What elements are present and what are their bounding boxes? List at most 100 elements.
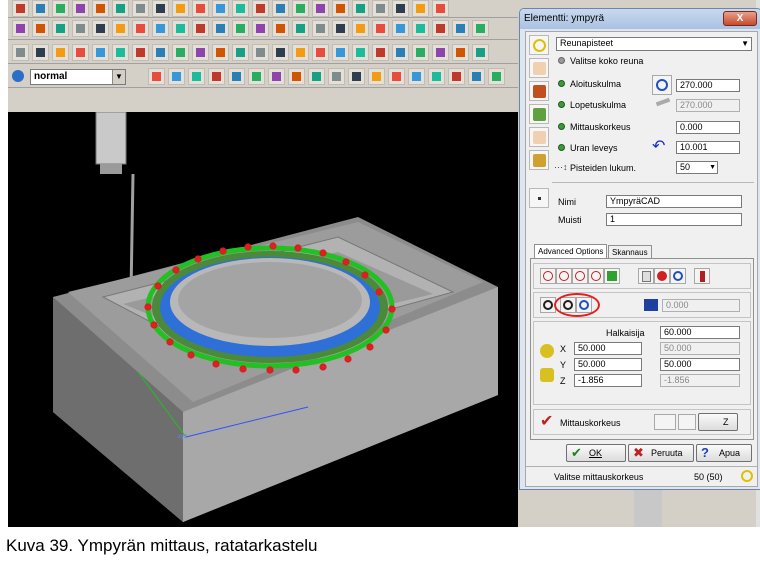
- select-all-label[interactable]: Valitse koko reuna: [570, 56, 643, 66]
- probe-button[interactable]: [694, 268, 710, 284]
- measure-height-button-label[interactable]: Mittauskorkeus: [560, 418, 621, 428]
- toolbar-tool-button[interactable]: [112, 20, 129, 37]
- toolbar-tool-button[interactable]: [72, 44, 89, 61]
- toolbar-tool-button[interactable]: [92, 0, 109, 17]
- toolbar-tool-button[interactable]: [312, 44, 329, 61]
- toolbar-tool-button[interactable]: [392, 44, 409, 61]
- toolbar-tool-button[interactable]: [188, 68, 205, 85]
- toolbar-tool-button[interactable]: [252, 0, 269, 17]
- toolbar-tool-button[interactable]: [152, 20, 169, 37]
- toolbar-tool-button[interactable]: [152, 44, 169, 61]
- z-field[interactable]: -1.856: [574, 374, 642, 387]
- toolbar-tool-button[interactable]: [388, 68, 405, 85]
- pattern-tool-button[interactable]: [529, 81, 549, 101]
- color-icon[interactable]: [12, 70, 24, 82]
- memory-field[interactable]: 1: [606, 213, 742, 226]
- circle-tool-button[interactable]: [529, 35, 549, 55]
- tab-advanced-options[interactable]: Advanced Options: [534, 244, 608, 258]
- toolbar-tool-button[interactable]: [452, 20, 469, 37]
- point-count-select[interactable]: 50 ▼: [676, 161, 718, 174]
- toolbar-tool-button[interactable]: [352, 44, 369, 61]
- toolbar-tool-button[interactable]: [352, 20, 369, 37]
- toolbar-tool-button[interactable]: [412, 0, 429, 17]
- toolbar-tool-button[interactable]: [248, 68, 265, 85]
- toolbar-tool-button[interactable]: [208, 68, 225, 85]
- toolbar-tool-button[interactable]: [72, 0, 89, 17]
- toolbar-tool-button[interactable]: [152, 0, 169, 17]
- toolbar-tool-button[interactable]: [448, 68, 465, 85]
- method-select[interactable]: Reunapisteet ▼: [556, 37, 752, 51]
- toolbar-tool-button[interactable]: [408, 68, 425, 85]
- toolbar-tool-button[interactable]: [472, 44, 489, 61]
- toolbar-tool-button[interactable]: [92, 20, 109, 37]
- toolbar-tool-button[interactable]: [12, 0, 29, 17]
- toolbar-tool-button[interactable]: [52, 44, 69, 61]
- toolbar-tool-button[interactable]: [488, 68, 505, 85]
- 3d-viewport[interactable]: xyz: [8, 111, 518, 527]
- circle-option-button[interactable]: [588, 268, 604, 284]
- toolbar-tool-button[interactable]: [268, 68, 285, 85]
- toolbar-tool-button[interactable]: [172, 20, 189, 37]
- groove-width-field[interactable]: 10.001: [676, 141, 740, 154]
- toolbar-tool-button[interactable]: [232, 0, 249, 17]
- toolbar-tool-button[interactable]: [372, 20, 389, 37]
- toolbar-tool-button[interactable]: [272, 0, 289, 17]
- toolbar-tool-button[interactable]: [432, 0, 449, 17]
- z-button[interactable]: Z: [698, 413, 738, 431]
- toolbar-tool-button[interactable]: [332, 20, 349, 37]
- toolbar-tool-button[interactable]: [92, 44, 109, 61]
- toolbar-tool-button[interactable]: [132, 44, 149, 61]
- toolbar-tool-button[interactable]: [392, 0, 409, 17]
- toolbar-tool-button[interactable]: [32, 44, 49, 61]
- toolbar-tool-button[interactable]: [32, 20, 49, 37]
- height-tool-button[interactable]: [654, 414, 676, 430]
- toolbar-tool-button[interactable]: [468, 68, 485, 85]
- toolbar-tool-button[interactable]: [172, 0, 189, 17]
- toolbar-tool-button[interactable]: [272, 20, 289, 37]
- circle-option-button[interactable]: [540, 268, 556, 284]
- cancel-button[interactable]: ✖ Peruuta: [628, 444, 694, 462]
- toolbar-tool-button[interactable]: [272, 44, 289, 61]
- close-button[interactable]: X: [723, 11, 757, 26]
- toolbar-tool-button[interactable]: [312, 0, 329, 17]
- toolbar-tool-button[interactable]: [52, 0, 69, 17]
- toolbar-tool-button[interactable]: [252, 20, 269, 37]
- toolbar-tool-button[interactable]: [432, 44, 449, 61]
- circle-option-button[interactable]: [556, 268, 572, 284]
- toolbar-tool-button[interactable]: [352, 0, 369, 17]
- toolbar-tool-button[interactable]: [112, 0, 129, 17]
- toolbar-tool-button[interactable]: [12, 44, 29, 61]
- height-pick-button[interactable]: [678, 414, 696, 430]
- circle-check-button[interactable]: [604, 268, 620, 284]
- toolbar-tool-button[interactable]: [52, 20, 69, 37]
- toolbar-tool-button[interactable]: [192, 20, 209, 37]
- collapse-button[interactable]: [529, 188, 549, 208]
- document-button[interactable]: [638, 268, 654, 284]
- toolbar-tool-button[interactable]: [192, 0, 209, 17]
- toolbar-tool-button[interactable]: [348, 68, 365, 85]
- toolbar-tool-button[interactable]: [428, 68, 445, 85]
- toolbar-tool-button[interactable]: [452, 44, 469, 61]
- toolbar-tool-button[interactable]: [252, 44, 269, 61]
- toolbar-tool-button[interactable]: [232, 44, 249, 61]
- toolbar-tool-button[interactable]: [192, 44, 209, 61]
- toolbar-tool-button[interactable]: [148, 68, 165, 85]
- toolbar-tool-button[interactable]: [292, 20, 309, 37]
- y-field[interactable]: 50.000: [574, 358, 642, 371]
- toolbar-tool-button[interactable]: [168, 68, 185, 85]
- toolbar-tool-button[interactable]: [328, 68, 345, 85]
- toolbar-tool-button[interactable]: [332, 44, 349, 61]
- toolbar-tool-button[interactable]: [308, 68, 325, 85]
- direction-arrow-icon[interactable]: ↶: [652, 138, 670, 156]
- toolbar-tool-button[interactable]: [372, 44, 389, 61]
- help-button[interactable]: ? Apua: [696, 444, 752, 462]
- toolbar-tool-button[interactable]: [288, 68, 305, 85]
- toolbar-tool-button[interactable]: [432, 20, 449, 37]
- toolbar-tool-button[interactable]: [392, 20, 409, 37]
- toolbar-tool-button[interactable]: [368, 68, 385, 85]
- toolbar-tool-button[interactable]: [212, 0, 229, 17]
- toolbar-tool-button[interactable]: [32, 0, 49, 17]
- toolbar-tool-button[interactable]: [472, 20, 489, 37]
- hand-tool-button[interactable]: [529, 58, 549, 78]
- toolbar-tool-button[interactable]: [292, 0, 309, 17]
